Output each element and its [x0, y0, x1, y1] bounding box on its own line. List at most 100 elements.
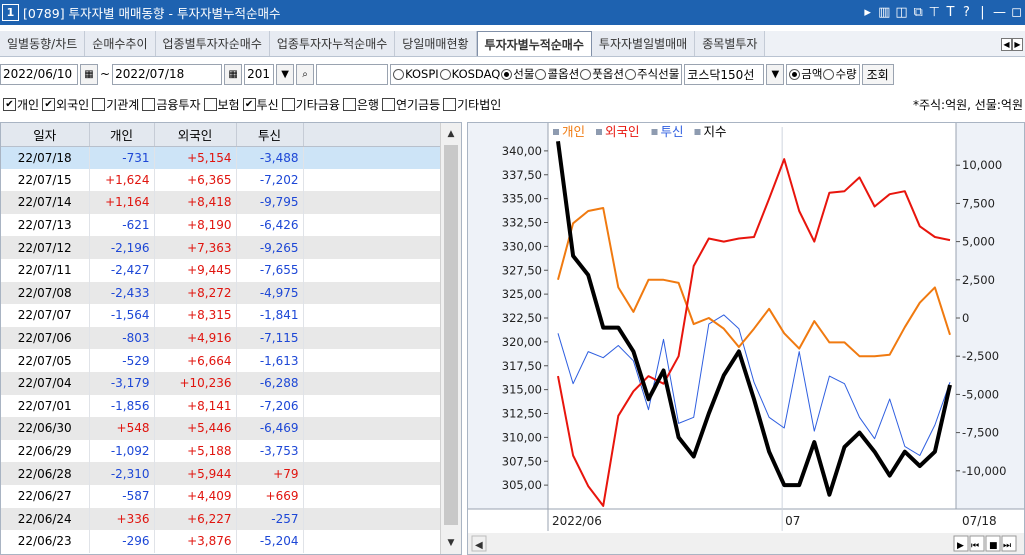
table-row[interactable]: 22/06/24 +336 +6,227 -257 — [1, 507, 442, 531]
maximize-icon[interactable]: ◻ — [1011, 5, 1022, 20]
chart-nav-end-icon[interactable]: ⏭ — [1003, 541, 1011, 551]
scroll-down-icon[interactable]: ▼ — [441, 534, 461, 552]
radio-call-option[interactable]: 콜옵션 — [535, 66, 579, 82]
tab-net-buy-trend[interactable]: 순매수추이 — [85, 31, 156, 56]
expand-icon[interactable]: ▸ — [862, 5, 873, 20]
legend-label[interactable]: 외국인 — [605, 124, 640, 139]
font-icon[interactable]: T — [945, 5, 956, 20]
filter-bank[interactable]: 은행 — [342, 96, 379, 113]
radio-amount[interactable]: 금액 — [789, 66, 822, 82]
tab-stock-investor[interactable]: 종목별투자 — [695, 31, 766, 56]
right-tick-label: 7,500 — [962, 196, 995, 210]
legend-label[interactable]: 투신 — [661, 124, 684, 139]
code-input[interactable] — [316, 63, 389, 85]
tab-right-arrow-icon[interactable]: ▶ — [1012, 37, 1023, 51]
radio-label: 주식선물 — [636, 67, 680, 81]
radio-futures[interactable]: 선물 — [501, 66, 534, 82]
index-dropdown-icon[interactable]: ▼ — [766, 63, 785, 85]
chart-nav-rewind-icon[interactable]: ⏮ — [971, 541, 979, 551]
cell-individual: -587 — [89, 484, 155, 508]
start-calendar-icon[interactable]: ▦ — [80, 63, 98, 85]
chart-nav-next-icon[interactable]: ▶ — [957, 541, 964, 551]
tab-investor-daily[interactable]: 투자자별일별매매 — [591, 31, 696, 56]
tab-left-arrow-icon[interactable]: ◀ — [1001, 37, 1012, 51]
count-dropdown-icon[interactable]: ▼ — [276, 63, 295, 85]
cell-trust: -3,488 — [236, 146, 304, 169]
help-icon[interactable]: ? — [961, 5, 972, 20]
query-button[interactable]: 조회 — [861, 63, 894, 85]
search-icon[interactable]: ⌕ — [296, 63, 315, 85]
pin-icon[interactable]: ⊤ — [929, 5, 940, 20]
header-individual[interactable]: 개인 — [89, 123, 155, 147]
count-input[interactable]: 201 — [244, 63, 275, 85]
table-row[interactable]: 22/07/06 -803 +4,916 -7,115 — [1, 326, 442, 350]
cell-foreign: +6,664 — [154, 349, 237, 372]
radio-put-option[interactable]: 풋옵션 — [580, 66, 624, 82]
tab-sector-cumulative[interactable]: 업종투자자누적순매수 — [269, 31, 396, 56]
header-date[interactable]: 일자 — [1, 123, 90, 147]
scroll-thumb[interactable] — [444, 145, 458, 525]
cell-individual: -621 — [89, 213, 155, 237]
table-row[interactable]: 22/07/08 -2,433 +8,272 -4,975 — [1, 281, 442, 305]
filter-label: 투신 — [256, 97, 279, 112]
split-icon[interactable]: ◫ — [895, 5, 907, 20]
table-row[interactable]: 22/07/07 -1,564 +8,315 -1,841 — [1, 304, 442, 327]
legend-label[interactable]: 개인 — [562, 124, 585, 139]
checkbox-unchecked — [203, 97, 217, 111]
radio-kosdaq[interactable]: KOSDAQ — [439, 67, 500, 81]
filter-other-financial[interactable]: 기타금융 — [281, 96, 340, 113]
filter-insurance[interactable]: 보험 — [203, 96, 240, 113]
table-row[interactable]: 22/06/27 -587 +4,409 +669 — [1, 484, 442, 508]
minimize-icon[interactable]: — — [993, 5, 1006, 20]
filter-foreign[interactable]: ✔ 외국인 — [42, 96, 89, 113]
radio-quantity[interactable]: 수량 — [823, 66, 857, 82]
table-row[interactable]: 22/07/11 -2,427 +9,445 -7,655 — [1, 258, 442, 282]
tab-today-trading[interactable]: 당일매매현황 — [395, 31, 477, 56]
table-row[interactable]: 22/06/29 -1,092 +5,188 -3,753 — [1, 439, 442, 463]
table-row[interactable]: 22/06/28 -2,310 +5,944 +79 — [1, 462, 442, 485]
scroll-up-icon[interactable]: ▲ — [441, 125, 461, 143]
end-date-input[interactable]: 2022/07/18 — [112, 63, 223, 85]
table-row[interactable]: 22/07/13 -621 +8,190 -6,426 — [1, 213, 442, 237]
table-row[interactable]: 22/07/01 -1,856 +8,141 -7,206 — [1, 394, 442, 418]
filter-institution[interactable]: 기관계 — [92, 96, 139, 113]
cell-foreign: +10,236 — [154, 371, 237, 395]
legend-label[interactable]: 지수 — [704, 124, 727, 139]
radio-kospi[interactable]: KOSPI — [393, 67, 439, 81]
title-bar: 1 [0789] 투자자별 매매동향 - 투자자별누적순매수 ▸ ▥ ◫ ⧉ ⊤… — [0, 0, 1025, 25]
chart-nav-stop-icon[interactable]: ■ — [989, 541, 998, 551]
index-select[interactable]: 코스닥150선 — [684, 63, 765, 85]
table-row[interactable]: 22/06/30 +548 +5,446 -6,469 — [1, 417, 442, 440]
table-row[interactable]: 22/07/15 +1,624 +6,365 -7,202 — [1, 168, 442, 192]
end-calendar-icon[interactable]: ▦ — [224, 63, 243, 85]
start-date-input[interactable]: 2022/06/10 — [0, 63, 78, 85]
cell-individual: +1,624 — [89, 168, 155, 192]
window-number[interactable]: 1 — [2, 4, 19, 21]
table-row[interactable]: 22/07/05 -529 +6,664 -1,613 — [1, 349, 442, 372]
screen-icon[interactable]: ▥ — [878, 5, 890, 20]
legend-marker — [694, 129, 701, 135]
cell-foreign: +5,154 — [154, 146, 237, 169]
table-row[interactable]: 22/07/04 -3,179 +10,236 -6,288 — [1, 371, 442, 395]
radio-stock-futures[interactable]: 주식선물 — [624, 66, 680, 82]
filter-other-corp[interactable]: 기타법인 — [443, 96, 501, 113]
filter-financial-investment[interactable]: 금융투자 — [142, 96, 201, 113]
filter-individual[interactable]: ✔ 개인 — [3, 96, 39, 113]
header-trust[interactable]: 투신 — [236, 123, 304, 147]
tab-daily-chart[interactable]: 일별동향/차트 — [0, 31, 86, 56]
chart-scroll-left-icon[interactable]: ◀ — [475, 540, 483, 551]
chart-scrollbar-track — [468, 533, 1024, 554]
header-foreign[interactable]: 외국인 — [154, 123, 237, 147]
cell-date: 22/07/13 — [1, 213, 90, 237]
filter-investment-trust[interactable]: ✔ 투신 — [242, 96, 279, 113]
tab-investor-cumulative[interactable]: 투자자별누적순매수 — [476, 31, 592, 56]
left-tick-label: 335,00 — [502, 192, 542, 206]
copy-window-icon[interactable]: ⧉ — [913, 5, 924, 20]
filter-pension[interactable]: 연기금등 — [381, 96, 440, 113]
table-row[interactable]: 22/07/14 +1,164 +8,418 -9,795 — [1, 191, 442, 214]
table-row[interactable]: 22/07/18 -731 +5,154 -3,488 — [1, 146, 442, 169]
tab-sector-investor[interactable]: 업종별투자자순매수 — [155, 31, 270, 56]
table-row[interactable]: 22/06/23 -296 +3,876 -5,204 — [1, 530, 442, 553]
table-row[interactable]: 22/07/12 -2,196 +7,363 -9,265 — [1, 236, 442, 259]
table-vertical-scrollbar[interactable]: ▲ ▼ — [440, 123, 461, 554]
